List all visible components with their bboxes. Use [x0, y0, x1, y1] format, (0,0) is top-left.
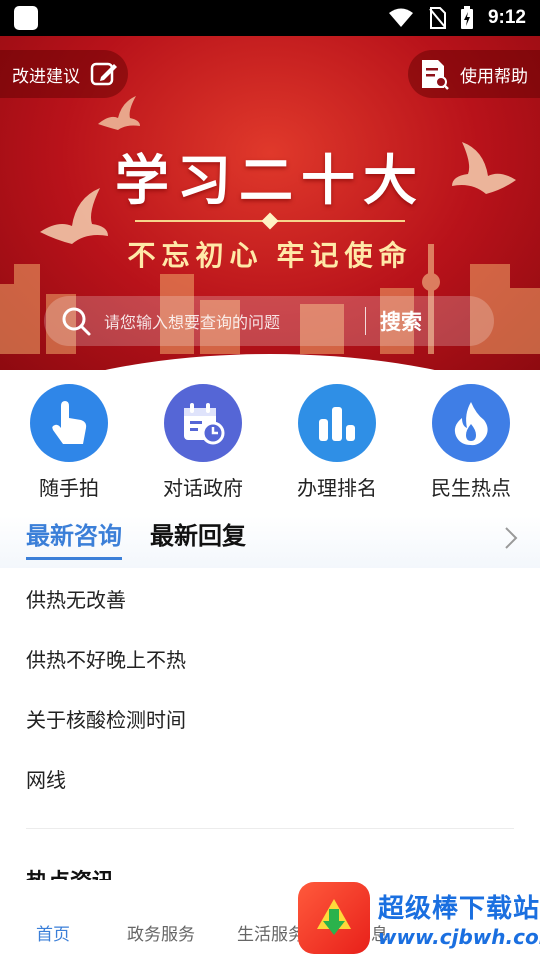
no-sim-icon: [429, 7, 446, 29]
banner-bottom-curve: [0, 354, 540, 370]
quick-action-icon-bg: [164, 384, 242, 462]
help-document-icon: [422, 60, 449, 90]
watermark-logo: [298, 882, 370, 954]
quick-action-icon-bg: [30, 384, 108, 462]
nav-government-services[interactable]: 政务服务: [106, 920, 216, 945]
quick-action-label: 民生热点: [431, 476, 511, 500]
divider: [26, 828, 514, 829]
help-label: 使用帮助: [460, 66, 528, 87]
tab-latest-consultations[interactable]: 最新咨询: [26, 516, 122, 560]
quick-action-label: 随手拍: [39, 476, 99, 500]
consultation-list: 供热无改善 供热不好晚上不热 关于核酸检测时间 网线 热点资讯: [0, 568, 540, 880]
clock: 9:12: [487, 7, 526, 28]
tap-hand-icon: [52, 401, 87, 444]
quick-action-talk-government[interactable]: 对话政府: [143, 384, 263, 501]
watermark-url: www.cjbwh.com: [378, 924, 540, 949]
quick-action-label: 对话政府: [163, 476, 243, 500]
banner-divider-ornament: [261, 212, 279, 230]
quick-actions: 随手拍 对话政府 办理排名 民生热点: [0, 384, 540, 501]
download-arrow-icon: [317, 899, 351, 935]
consultation-tabs: 最新咨询 最新回复: [0, 516, 540, 568]
edit-icon: [90, 62, 117, 86]
banner-title: 学习二十大: [115, 151, 425, 211]
search-divider: [365, 307, 366, 335]
list-item[interactable]: 关于核酸检测时间: [0, 688, 540, 748]
search-icon: [62, 307, 91, 336]
calendar-clock-icon: [184, 403, 225, 445]
section-title-hot-news: 热点资讯: [26, 864, 114, 880]
watermark: 超级棒下载站 www.cjbwh.com: [298, 882, 540, 954]
quick-action-ranking[interactable]: 办理排名: [277, 384, 397, 501]
chevron-right-icon[interactable]: [504, 526, 518, 550]
nav-home[interactable]: 首页: [0, 920, 106, 945]
watermark-text: 超级棒下载站 www.cjbwh.com: [378, 888, 540, 949]
tab-latest-replies[interactable]: 最新回复: [150, 516, 246, 557]
feedback-label: 改进建议: [12, 66, 80, 87]
quick-action-hot-topics[interactable]: 民生热点: [411, 384, 531, 501]
list-item[interactable]: 网线: [0, 748, 540, 808]
dove-icon: [98, 96, 140, 130]
watermark-title: 超级棒下载站: [378, 893, 540, 924]
battery-charging-icon: [460, 6, 473, 29]
quick-action-icon-bg: [298, 384, 376, 462]
app-notification-icon: [14, 6, 38, 30]
list-item[interactable]: 供热无改善: [0, 568, 540, 628]
flame-icon: [454, 402, 488, 446]
list-item[interactable]: 供热不好晚上不热: [0, 628, 540, 688]
search-button[interactable]: 搜索: [380, 306, 422, 336]
bar-chart-icon: [319, 407, 355, 441]
search-bar[interactable]: 请您输入想要查询的问题 搜索: [44, 296, 494, 346]
feedback-button[interactable]: 改进建议: [0, 50, 128, 98]
help-button[interactable]: 使用帮助: [408, 50, 540, 98]
quick-action-icon-bg: [432, 384, 510, 462]
status-bar: 9:12: [0, 0, 540, 36]
quick-action-snapshot[interactable]: 随手拍: [9, 384, 129, 501]
search-input[interactable]: 请您输入想要查询的问题: [104, 309, 280, 333]
wifi-icon: [388, 8, 413, 27]
app-screen: 9:12 学习二十大 不忘初心 牢记使命 改进建议 使用帮助 请您输入想要查询的…: [0, 0, 540, 960]
quick-action-label: 办理排名: [297, 476, 377, 500]
